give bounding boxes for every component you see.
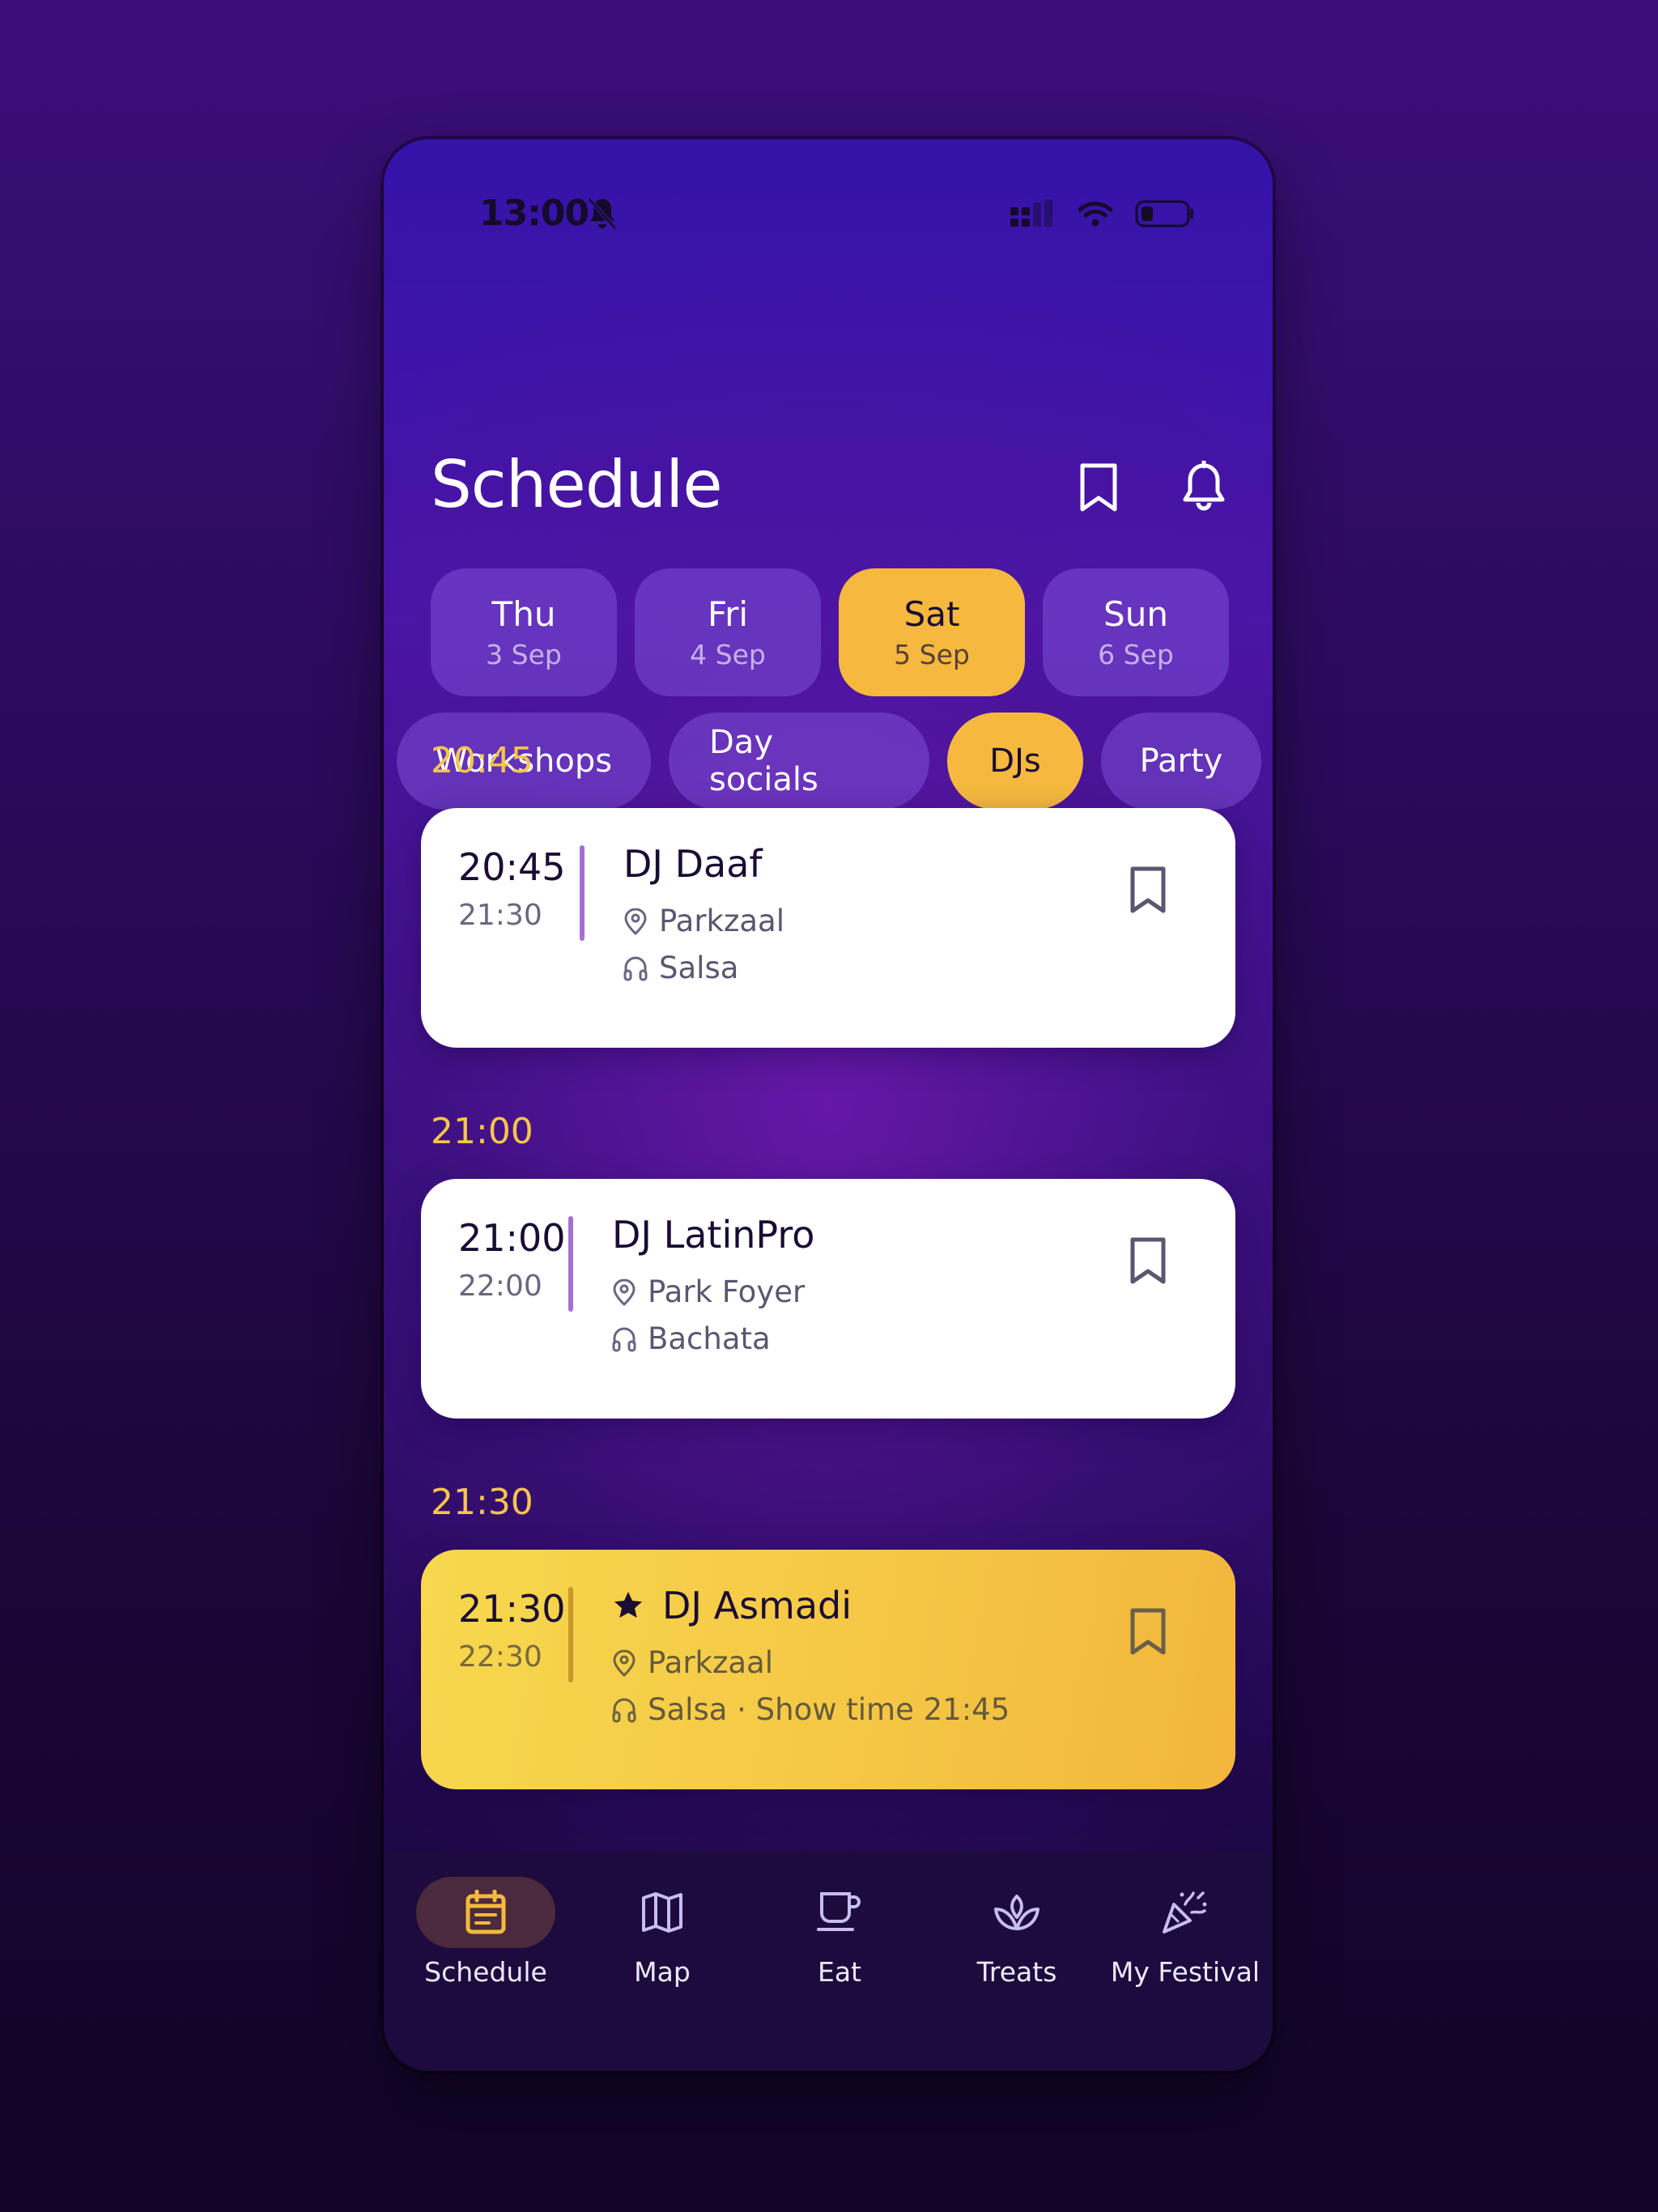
card-divider <box>568 1587 573 1682</box>
star-icon <box>614 1592 642 1618</box>
time-heading: 20:45 <box>431 740 534 781</box>
event-start-time: 21:30 <box>458 1587 566 1631</box>
calendar-icon <box>466 1890 506 1934</box>
nav-my-festival[interactable]: My Festival <box>1096 1853 1273 2014</box>
nav-icon-container <box>416 1877 555 1948</box>
filter-day-socials[interactable]: Day socials <box>669 713 929 810</box>
signal-icon <box>1010 199 1052 227</box>
page-title: Schedule <box>431 447 723 522</box>
event-genre-label: Salsa <box>659 951 739 985</box>
event-title-row: DJ LatinPro <box>612 1213 814 1257</box>
event-card[interactable]: 20:45 21:30 DJ Daaf Parkzaal Salsa <box>421 808 1235 1048</box>
day-selector: Thu 3 Sep Fri 4 Sep Sat 5 Sep Sun 6 Sep <box>431 568 1229 696</box>
event-location-label: Park Foyer <box>648 1274 806 1309</box>
nav-icon-container <box>947 1877 1086 1948</box>
notifications-button[interactable] <box>1175 455 1232 520</box>
filter-party[interactable]: Party <box>1101 713 1261 810</box>
nav-label: Treats <box>976 1956 1057 1988</box>
bell-icon <box>1183 461 1225 511</box>
event-title: DJ Asmadi <box>662 1584 852 1627</box>
nav-label: Eat <box>817 1956 861 1988</box>
nav-schedule[interactable]: Schedule <box>397 1853 575 2014</box>
header: Schedule <box>384 431 1273 544</box>
bookmark-icon <box>1080 463 1117 512</box>
event-location-label: Parkzaal <box>659 904 785 938</box>
event-genre-label: Bachata <box>648 1321 771 1356</box>
event-title: DJ LatinPro <box>612 1213 815 1257</box>
day-name: Thu <box>491 594 556 634</box>
bottom-nav: Schedule Map Eat Treats My Festival <box>384 1853 1273 2071</box>
status-icons <box>1010 199 1195 228</box>
event-title: DJ Daaf <box>623 842 763 886</box>
day-name: Sun <box>1103 594 1168 634</box>
event-genre: Salsa · Show time 21:45 <box>612 1692 1010 1727</box>
wifi-icon <box>1078 202 1112 227</box>
day-name: Fri <box>707 594 749 634</box>
day-date: 4 Sep <box>690 639 766 670</box>
event-location: Parkzaal <box>612 1645 773 1680</box>
status-bar: 13:00 <box>384 139 1273 285</box>
nav-map[interactable]: Map <box>573 1853 751 2014</box>
event-card-featured[interactable]: 21:30 22:30 DJ Asmadi Parkzaal Salsa · S… <box>421 1550 1235 1789</box>
location-pin-icon <box>613 1278 636 1306</box>
location-pin-icon <box>624 907 647 935</box>
saved-button[interactable] <box>1070 455 1127 520</box>
nav-label: Map <box>634 1956 691 1988</box>
day-fri[interactable]: Fri 4 Sep <box>635 568 821 696</box>
bookmark-icon[interactable] <box>1127 1236 1169 1286</box>
nav-icon-container <box>770 1877 909 1948</box>
bell-muted-icon <box>588 198 617 230</box>
nav-treats[interactable]: Treats <box>928 1853 1106 2014</box>
battery-icon <box>1135 200 1193 228</box>
event-location: Parkzaal <box>623 904 784 938</box>
nav-icon-container <box>1116 1877 1255 1948</box>
event-start-time: 21:00 <box>458 1216 566 1260</box>
card-divider <box>568 1216 573 1312</box>
nav-icon-container <box>593 1877 732 1948</box>
event-end-time: 22:00 <box>458 1270 542 1303</box>
bookmark-icon[interactable] <box>1127 865 1169 915</box>
cup-icon <box>817 1892 861 1931</box>
day-date: 3 Sep <box>486 639 562 670</box>
event-genre-label: Salsa · Show time 21:45 <box>648 1692 1010 1727</box>
event-genre: Salsa <box>623 951 738 985</box>
event-location: Park Foyer <box>612 1274 805 1309</box>
time-heading: 21:30 <box>431 1482 534 1523</box>
lotus-icon <box>994 1895 1039 1930</box>
phone-screen: 13:00 Schedule Thu 3 Sep Fri 4 Sep Sat 5… <box>384 139 1273 2071</box>
event-location-label: Parkzaal <box>648 1645 774 1680</box>
card-divider <box>580 845 585 941</box>
time-heading: 21:00 <box>431 1111 534 1152</box>
event-genre: Bachata <box>612 1321 771 1356</box>
day-sun[interactable]: Sun 6 Sep <box>1043 568 1229 696</box>
day-name: Sat <box>903 594 960 634</box>
map-icon <box>642 1892 682 1933</box>
nav-label: My Festival <box>1110 1956 1261 1988</box>
event-start-time: 20:45 <box>458 845 566 889</box>
day-thu[interactable]: Thu 3 Sep <box>431 568 617 696</box>
event-end-time: 21:30 <box>458 899 542 932</box>
event-title-row: DJ Daaf <box>623 842 763 886</box>
day-date: 5 Sep <box>894 639 970 670</box>
event-end-time: 22:30 <box>458 1640 542 1674</box>
bookmark-icon[interactable] <box>1127 1606 1169 1657</box>
nav-eat[interactable]: Eat <box>750 1853 929 2014</box>
headphones-icon <box>623 956 648 981</box>
location-pin-icon <box>613 1648 636 1677</box>
headphones-icon <box>612 1327 636 1351</box>
event-title-row: DJ Asmadi <box>612 1584 852 1627</box>
day-sat[interactable]: Sat 5 Sep <box>839 568 1025 696</box>
party-popper-icon <box>1163 1891 1207 1933</box>
event-card[interactable]: 21:00 22:00 DJ LatinPro Park Foyer Bacha… <box>421 1179 1235 1419</box>
status-time: 13:00 <box>479 193 589 234</box>
day-date: 6 Sep <box>1098 639 1174 670</box>
filter-djs[interactable]: DJs <box>947 713 1083 810</box>
headphones-icon <box>612 1698 636 1722</box>
nav-label: Schedule <box>424 1956 547 1988</box>
